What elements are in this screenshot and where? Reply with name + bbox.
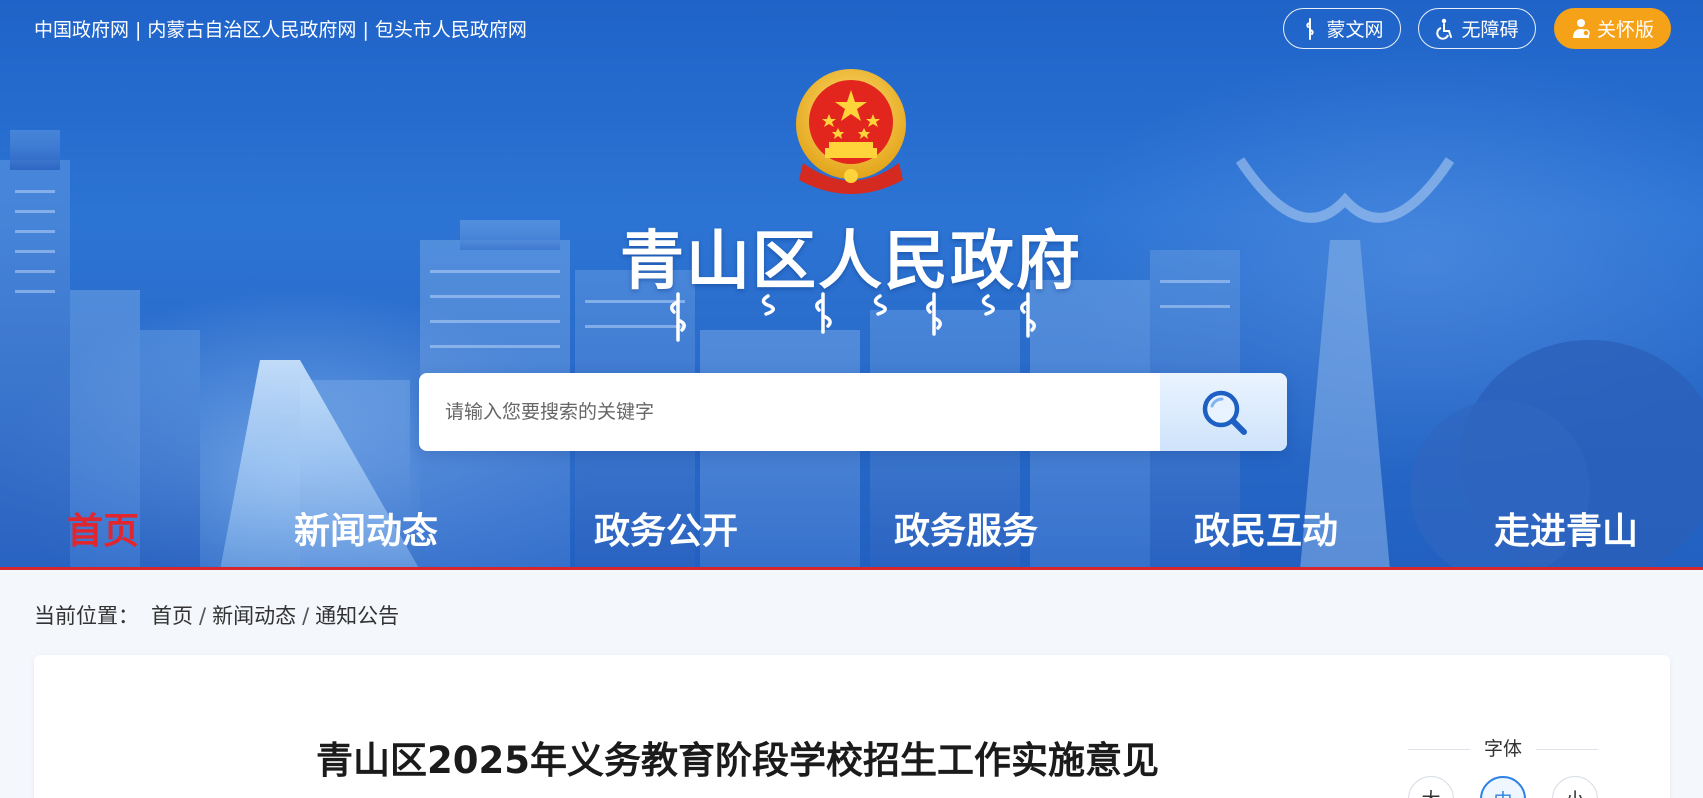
nav-government-services[interactable]: 政务服务 <box>894 500 1038 564</box>
breadcrumb: 当前位置： 首页 / 新闻动态 / 通知公告 <box>34 600 399 630</box>
mongolian-script-icon <box>1306 17 1315 40</box>
link-separator: | <box>362 19 369 41</box>
link-china-gov[interactable]: 中国政府网 <box>34 19 129 41</box>
breadcrumb-news[interactable]: 新闻动态 <box>212 604 296 628</box>
divider-line <box>1536 749 1598 750</box>
link-baotou-gov[interactable]: 包头市人民政府网 <box>375 19 527 41</box>
breadcrumb-separator: / <box>302 604 310 628</box>
accessibility-button[interactable]: 无障碍 <box>1418 8 1536 49</box>
font-size-medium-button[interactable]: 中 <box>1480 776 1526 798</box>
article-title: 青山区2025年义务教育阶段学校招生工作实施意见 <box>316 739 1159 782</box>
breadcrumb-lead: 当前位置： <box>34 604 139 628</box>
care-version-button[interactable]: 关怀版 <box>1554 8 1671 49</box>
accessibility-label: 无障碍 <box>1461 19 1519 41</box>
search-button[interactable] <box>1160 373 1287 451</box>
search-icon <box>1202 390 1247 435</box>
government-links: 中国政府网 | 内蒙古自治区人民政府网 | 包头市人民政府网 <box>34 15 527 42</box>
nav-about-qingshan[interactable]: 走进青山 <box>1494 500 1638 564</box>
mongolian-title-logo <box>670 292 1036 342</box>
mongolian-site-label: 蒙文网 <box>1326 19 1384 41</box>
font-size-panel: 字体 大 中 小 <box>1408 730 1598 798</box>
wheelchair-icon <box>1436 18 1453 40</box>
breadcrumb-separator: / <box>199 604 207 628</box>
nav-government-affairs[interactable]: 政务公开 <box>594 500 738 564</box>
link-separator: | <box>135 19 142 41</box>
breadcrumb-home[interactable]: 首页 <box>151 604 193 628</box>
font-size-header: 字体 <box>1408 734 1598 762</box>
nav-news[interactable]: 新闻动态 <box>294 500 438 564</box>
font-size-small-button[interactable]: 小 <box>1552 776 1598 798</box>
link-inner-mongolia-gov[interactable]: 内蒙古自治区人民政府网 <box>147 19 356 41</box>
nav-public-interaction[interactable]: 政民互动 <box>1194 500 1338 564</box>
header-divider <box>0 567 1703 570</box>
care-version-label: 关怀版 <box>1596 19 1654 41</box>
breadcrumb-notices[interactable]: 通知公告 <box>315 604 399 628</box>
nav-home[interactable]: 首页 <box>67 500 139 564</box>
font-size-label: 字体 <box>1483 738 1522 760</box>
site-title: 青山区人民政府 <box>620 224 1082 299</box>
search-box <box>419 373 1287 451</box>
mongolian-site-button[interactable]: 蒙文网 <box>1283 8 1401 49</box>
main-nav: 首页 新闻动态 政务公开 政务服务 政民互动 走进青山 <box>0 500 1703 564</box>
font-size-large-button[interactable]: 大 <box>1408 776 1454 798</box>
elderly-care-icon <box>1572 18 1590 38</box>
search-input[interactable] <box>419 373 1159 451</box>
national-emblem-icon <box>796 69 906 194</box>
